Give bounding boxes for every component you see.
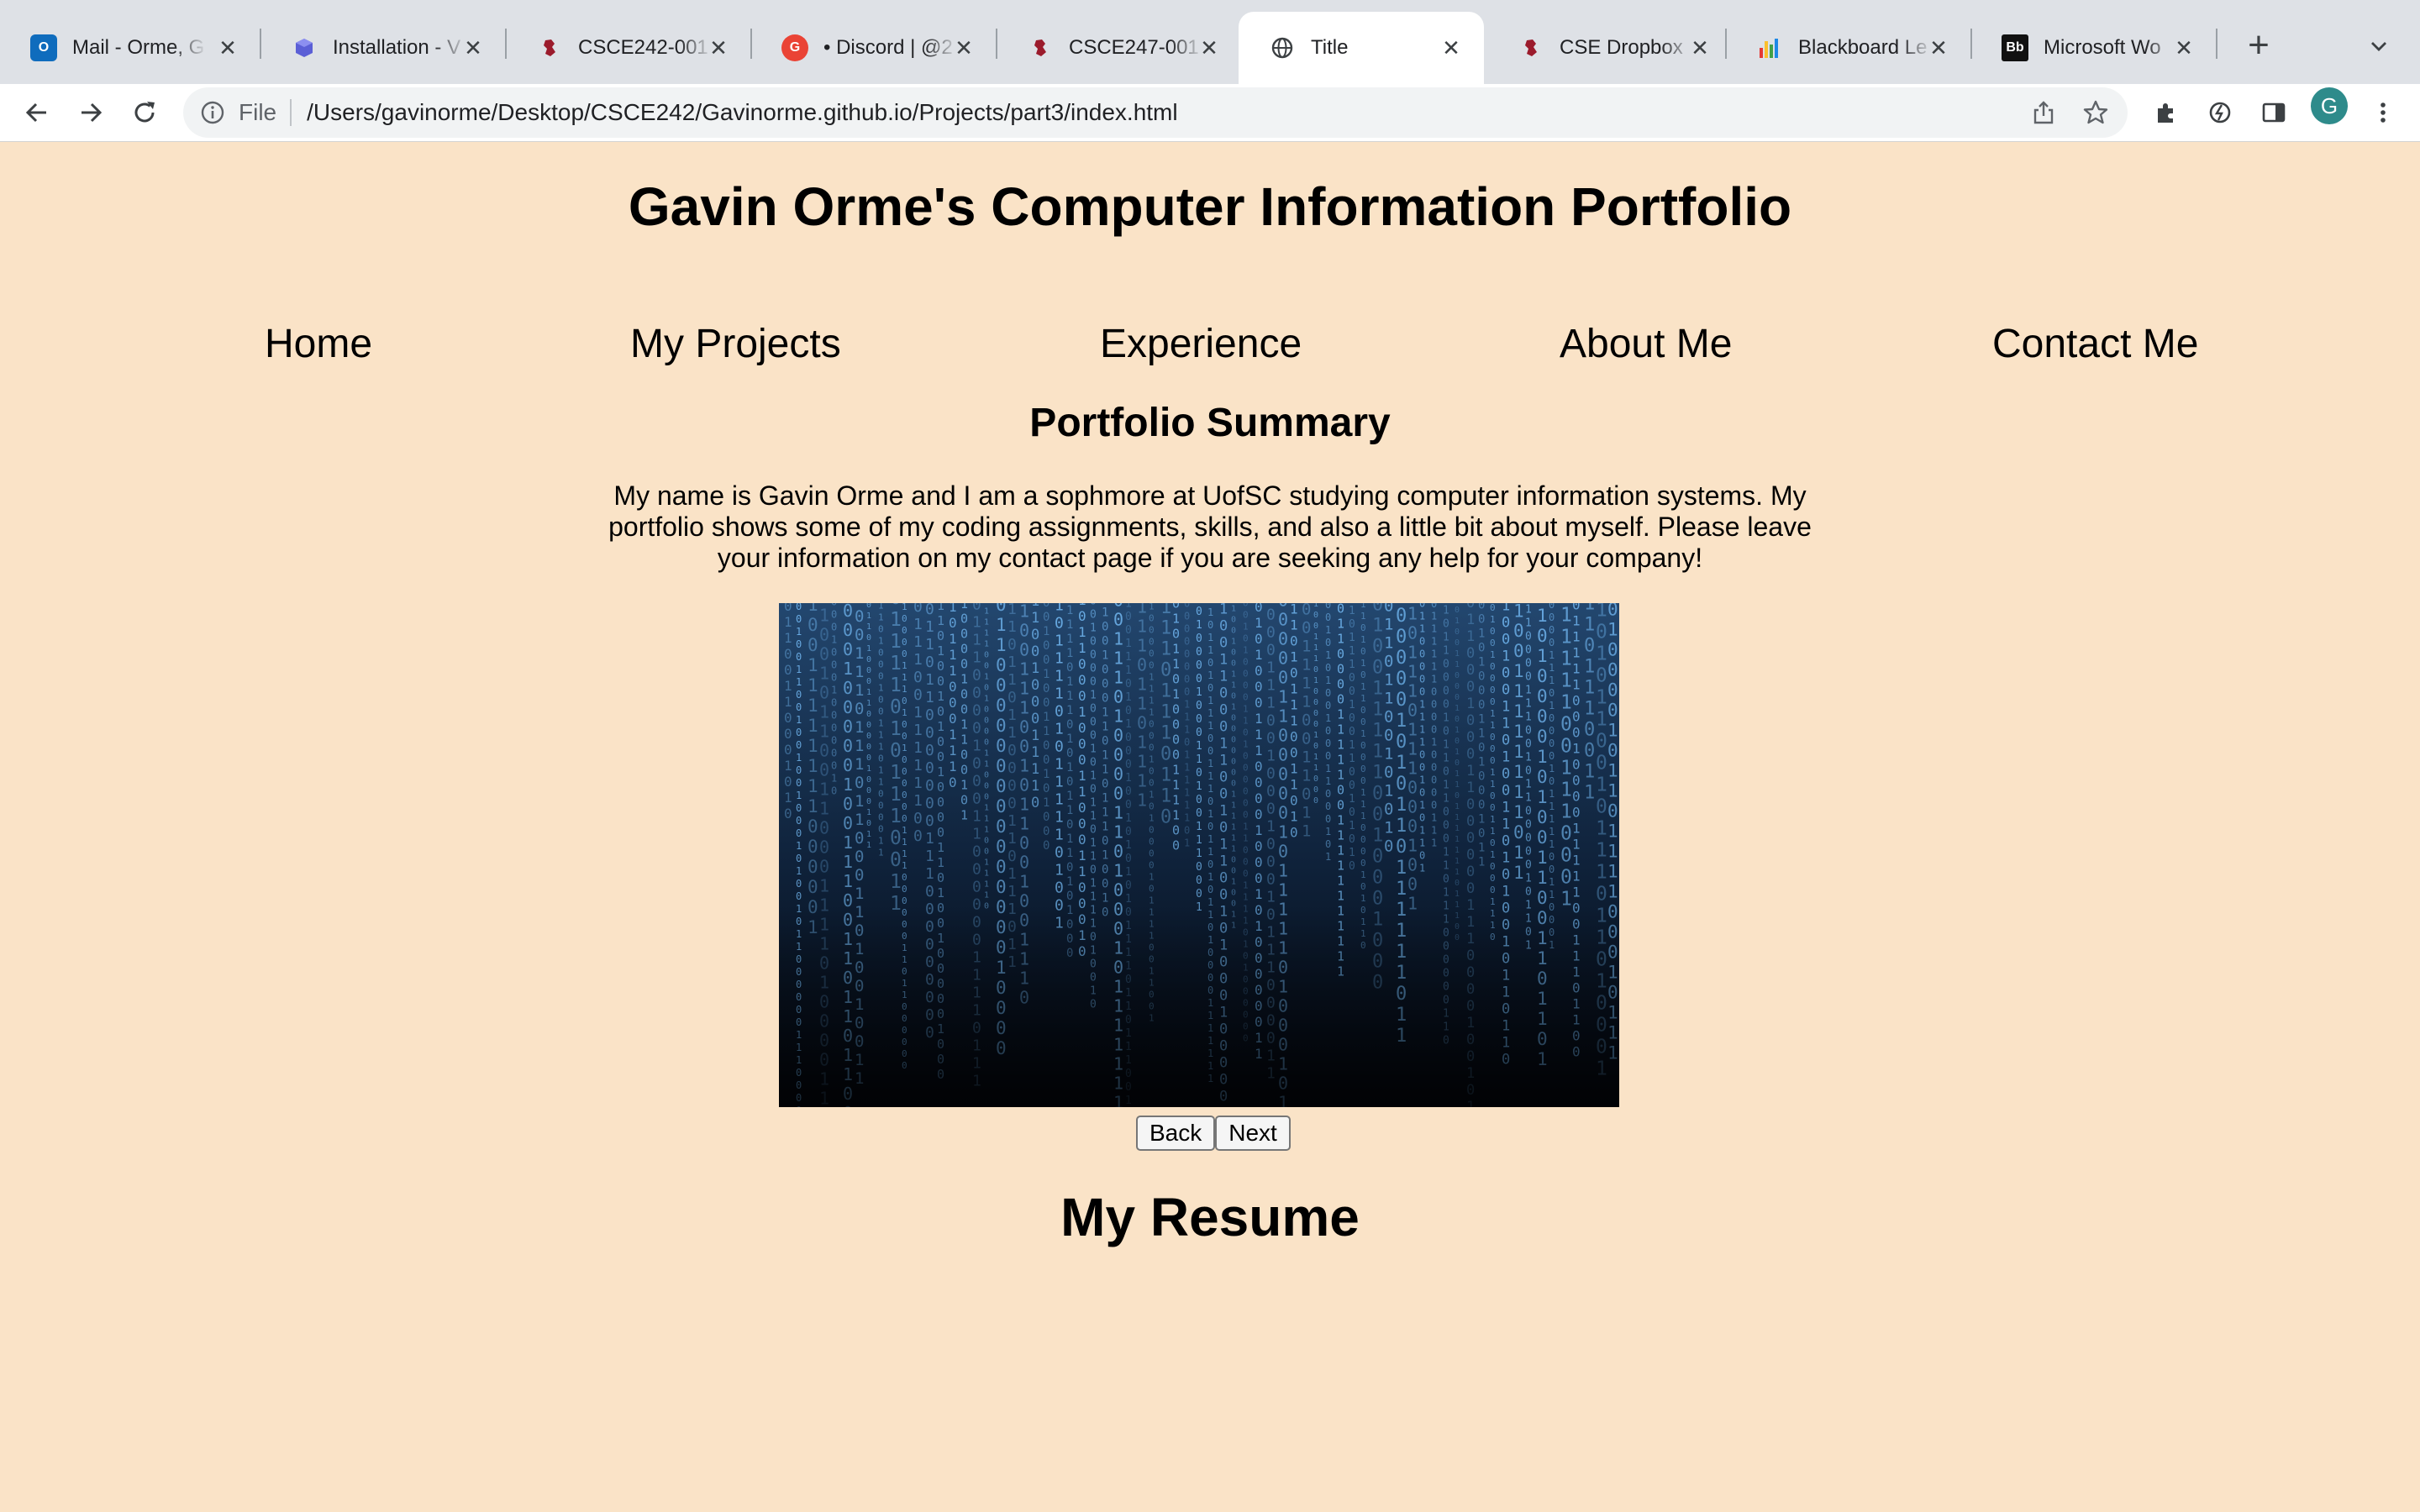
gamecock-icon	[536, 34, 563, 61]
site-nav: Home My Projects Experience About Me Con…	[0, 321, 2420, 388]
url-text[interactable]: /Users/gavinorme/Desktop/CSCE242/Gavinor…	[307, 99, 1177, 126]
cube-icon	[291, 34, 318, 61]
new-tab-button[interactable]: +	[2235, 22, 2282, 69]
summary-heading: Portfolio Summary	[1029, 401, 1391, 445]
tab-strip: O Mail - Orme, G ✕ Installation - V ✕ CS…	[0, 0, 2420, 84]
gamecock-icon	[1027, 34, 1054, 61]
tab-title: Mail - Orme, G	[72, 36, 205, 59]
extensions-puzzle-icon[interactable]	[2149, 96, 2183, 129]
side-panel-icon[interactable]	[2257, 96, 2291, 129]
nav-link-contact-me[interactable]: Contact Me	[1992, 321, 2198, 367]
close-icon[interactable]: ✕	[704, 34, 733, 62]
tab-title-active[interactable]: Title ✕	[1239, 12, 1484, 84]
browser-toolbar: File /Users/gavinorme/Desktop/CSCE242/Ga…	[0, 84, 2420, 142]
profile-avatar[interactable]: G	[2311, 87, 2348, 124]
tab-title: CSCE247-001	[1069, 36, 1199, 59]
close-icon[interactable]: ✕	[1195, 34, 1223, 62]
globe-icon	[1269, 34, 1296, 61]
tab-divider	[2216, 29, 2217, 59]
close-icon[interactable]: ✕	[1686, 34, 1714, 62]
back-button[interactable]: Back	[1136, 1116, 1216, 1151]
tab-installation[interactable]: Installation - V ✕	[260, 12, 506, 84]
bar-chart-icon	[1756, 34, 1783, 61]
tab-search-chevron-icon[interactable]	[2358, 25, 2400, 67]
nav-link-experience[interactable]: Experience	[1100, 321, 1302, 367]
outlook-icon: O	[30, 34, 57, 61]
summary-paragraph: My name is Gavin Orme and I am a sophmor…	[608, 480, 1812, 573]
tab-microsoft-word[interactable]: Bb Microsoft Wo ✕	[1971, 12, 2217, 84]
tab-title: CSE Dropbox	[1560, 36, 1683, 59]
tab-blackboard[interactable]: Blackboard Le ✕	[1726, 12, 1971, 84]
blackboard-icon: Bb	[2002, 34, 2028, 61]
share-icon[interactable]	[2027, 96, 2060, 129]
tab-discord[interactable]: G • Discord | @2 ✕	[751, 12, 997, 84]
tab-mail[interactable]: O Mail - Orme, G ✕	[0, 12, 260, 84]
discord-icon: G	[781, 34, 808, 61]
tab-csce247[interactable]: CSCE247-001 ✕	[997, 12, 1242, 84]
forward-arrow-icon[interactable]	[69, 91, 113, 134]
info-icon[interactable]	[198, 98, 227, 127]
tab-title: Microsoft Wo	[2044, 36, 2161, 59]
url-divider	[290, 99, 292, 126]
nav-link-my-projects[interactable]: My Projects	[630, 321, 841, 367]
tab-title: CSCE242-001	[578, 36, 708, 59]
performance-icon[interactable]	[2203, 96, 2237, 129]
url-scheme-label: File	[239, 99, 277, 125]
binary-code-image: 0101100110001010001001100100100100010100…	[779, 603, 1619, 1107]
nav-link-about-me[interactable]: About Me	[1560, 321, 1732, 367]
tab-csce242[interactable]: CSCE242-001 ✕	[506, 12, 751, 84]
close-icon[interactable]: ✕	[1437, 34, 1465, 62]
close-icon[interactable]: ✕	[1924, 34, 1953, 62]
slideshow-image: 0101100110001010001001100100100100010100…	[779, 603, 1619, 1107]
bookmark-star-icon[interactable]	[2079, 96, 2112, 129]
tab-title: Blackboard Le	[1798, 36, 1928, 59]
resume-heading: My Resume	[1060, 1187, 1360, 1247]
tab-title: Title	[1311, 36, 1349, 59]
close-icon[interactable]: ✕	[2170, 34, 2198, 62]
page-viewport: Gavin Orme's Computer Information Portfo…	[0, 142, 2420, 1512]
page-title: Gavin Orme's Computer Information Portfo…	[628, 176, 1792, 237]
more-options-icon[interactable]	[2366, 96, 2400, 129]
next-button[interactable]: Next	[1215, 1116, 1291, 1151]
close-icon[interactable]: ✕	[950, 34, 978, 62]
close-icon[interactable]: ✕	[459, 34, 487, 62]
slideshow-controls: Back Next	[1136, 1116, 1291, 1151]
tab-title: • Discord | @2	[823, 36, 953, 59]
address-bar[interactable]: File /Users/gavinorme/Desktop/CSCE242/Ga…	[183, 87, 2128, 138]
gamecock-icon	[1518, 34, 1544, 61]
tab-title: Installation - V	[333, 36, 461, 59]
close-icon[interactable]: ✕	[213, 34, 242, 62]
nav-link-home[interactable]: Home	[265, 321, 372, 367]
back-arrow-icon[interactable]	[15, 91, 59, 134]
reload-icon[interactable]	[123, 91, 166, 134]
tab-cse-dropbox[interactable]: CSE Dropbox ✕	[1487, 12, 1733, 84]
